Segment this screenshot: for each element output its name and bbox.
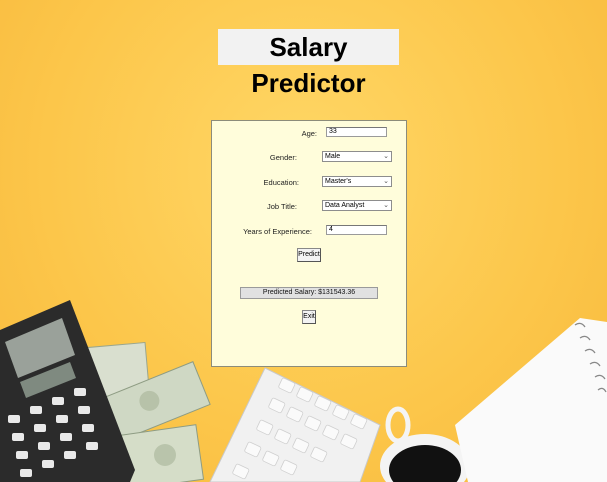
- education-select[interactable]: Master's ⌄: [322, 176, 392, 187]
- coffee-cup-image: [380, 406, 470, 482]
- age-input[interactable]: 33: [326, 127, 387, 137]
- education-selected-value: Master's: [325, 178, 352, 185]
- job-title-select[interactable]: Data Analyst ⌄: [322, 200, 392, 211]
- salary-form-panel: Age: 33 Gender: Male ⌄ Education: Master…: [211, 120, 407, 367]
- gender-select[interactable]: Male ⌄: [322, 151, 392, 162]
- chevron-down-icon[interactable]: ⌄: [383, 177, 389, 186]
- predicted-salary-display: Predicted Salary: $131543.36: [240, 287, 378, 299]
- experience-label: Years of Experience:: [243, 227, 312, 236]
- exit-button[interactable]: Exit: [302, 310, 316, 324]
- job-title-selected-value: Data Analyst: [325, 202, 365, 209]
- chevron-down-icon[interactable]: ⌄: [383, 152, 389, 161]
- chevron-down-icon[interactable]: ⌄: [383, 201, 389, 210]
- keyboard-image: [209, 367, 381, 482]
- notebook-image: [455, 318, 607, 482]
- gender-label: Gender:: [269, 153, 297, 162]
- predict-button[interactable]: Predict: [297, 248, 321, 262]
- gender-selected-value: Male: [325, 153, 341, 160]
- age-label: Age:: [301, 129, 317, 138]
- education-label: Education:: [263, 178, 299, 187]
- page-title: Salary Predictor: [218, 29, 399, 98]
- job-title-label: Job Title:: [266, 202, 297, 211]
- experience-input[interactable]: 4: [326, 225, 387, 235]
